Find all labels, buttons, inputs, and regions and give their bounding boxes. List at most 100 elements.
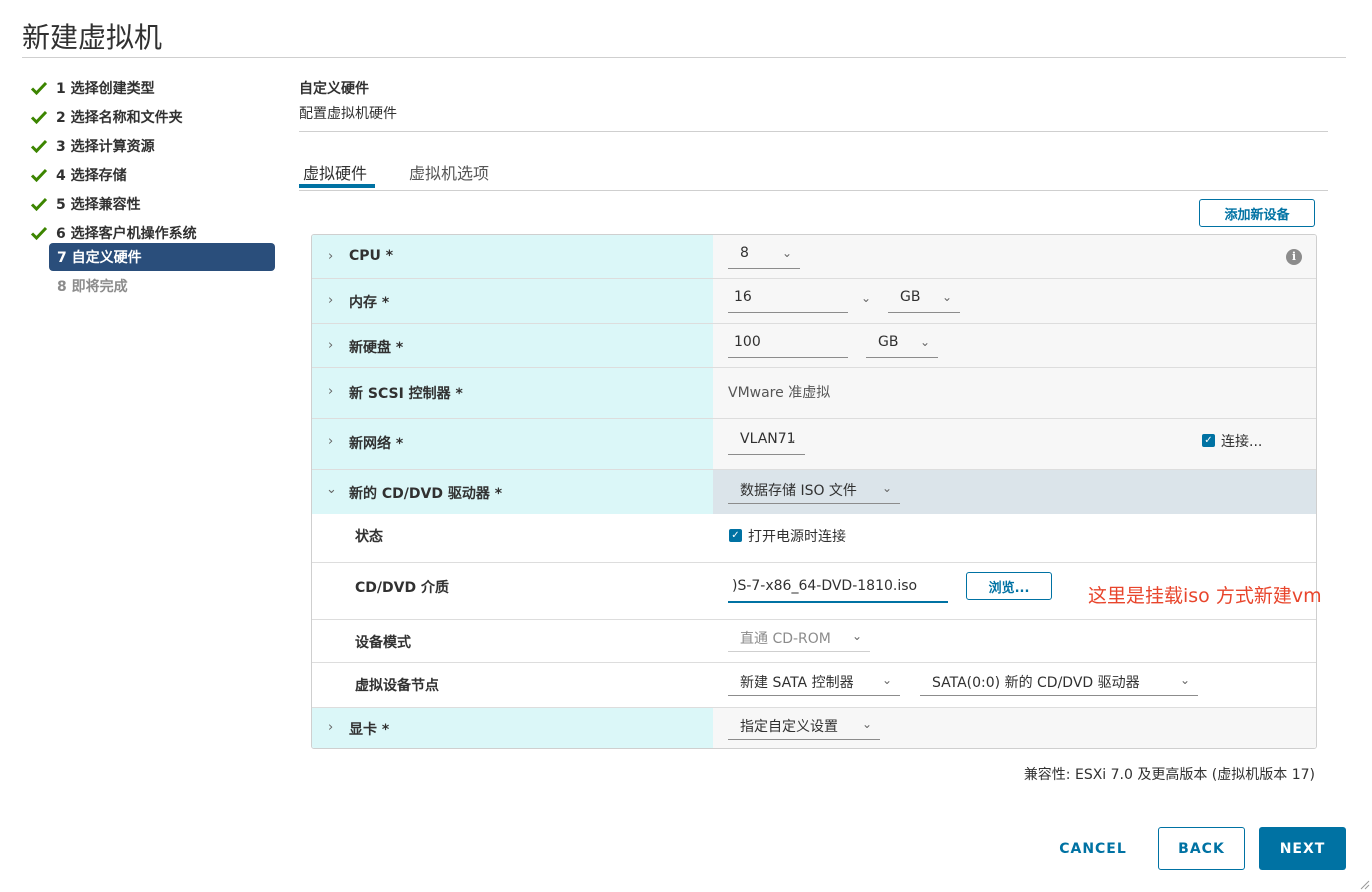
iso-path-input[interactable]: )S-7-x86_64-DVD-1810.iso: [728, 578, 948, 603]
row-value-cell: 16 ⌄ GB ⌄: [713, 279, 1316, 323]
cdrom-mode-row: 设备模式 直通 CD-ROM ⌄: [312, 620, 1316, 663]
chevron-down-icon: ⌄: [786, 432, 797, 446]
step-label: 4 选择存储: [56, 167, 127, 184]
cdrom-status-row: 状态 ✓ 打开电源时连接: [312, 514, 1316, 563]
check-icon: [30, 139, 48, 153]
step-8[interactable]: 8 即将完成: [30, 271, 128, 300]
cancel-button[interactable]: CANCEL: [1046, 827, 1140, 870]
hardware-table: › CPU * 8 ⌄ i › 内存 * 16 ⌄ GB ⌄ › 新硬盘 * 1…: [311, 234, 1317, 749]
cdrom-node-label: 虚拟设备节点: [355, 678, 439, 694]
info-icon[interactable]: i: [1286, 249, 1302, 265]
step-2[interactable]: 2 选择名称和文件夹: [30, 102, 280, 131]
chevron-down-icon: ⌄: [1179, 673, 1190, 687]
memory-label: 内存 *: [349, 295, 390, 311]
chevron-down-icon: ⌄: [881, 673, 892, 687]
row-label-cell[interactable]: › 新网络 *: [312, 419, 713, 469]
hw-row-cpu: › CPU * 8 ⌄ i: [312, 235, 1316, 279]
check-icon: [30, 226, 48, 240]
disk-label: 新硬盘 *: [349, 340, 404, 356]
chevron-right-icon[interactable]: ›: [328, 293, 333, 308]
chevron-down-icon: ⌄: [781, 246, 792, 260]
checkbox-checked-icon[interactable]: ✓: [1202, 434, 1215, 447]
cpu-select[interactable]: 8 ⌄: [728, 245, 800, 269]
back-button[interactable]: BACK: [1158, 827, 1245, 870]
video-value: 指定自定义设置: [740, 719, 838, 735]
wizard-steps: 1 选择创建类型 2 选择名称和文件夹 3 选择计算资源 4 选择存储 5 选择…: [30, 73, 280, 295]
row-label-cell[interactable]: › 新硬盘 *: [312, 324, 713, 367]
step-label: 3 选择计算资源: [56, 138, 155, 155]
hw-row-video: › 显卡 * 指定自定义设置 ⌄: [312, 708, 1316, 748]
cdrom-type-select[interactable]: 数据存储 ISO 文件 ⌄: [728, 480, 900, 504]
resize-handle-icon[interactable]: [1360, 880, 1370, 890]
row-label-cell[interactable]: ⌄ 新的 CD/DVD 驱动器 *: [312, 470, 713, 514]
chevron-right-icon[interactable]: ›: [328, 384, 333, 399]
node-slot-select[interactable]: SATA(0:0) 新的 CD/DVD 驱动器 ⌄: [920, 672, 1198, 696]
chevron-right-icon[interactable]: ›: [328, 434, 333, 449]
network-label: 新网络 *: [349, 436, 404, 452]
add-device-button[interactable]: 添加新设备: [1199, 199, 1315, 227]
hw-row-scsi: › 新 SCSI 控制器 * VMware 准虚拟: [312, 368, 1316, 419]
scsi-value: VMware 准虚拟: [728, 385, 831, 401]
row-label-cell[interactable]: › 内存 *: [312, 279, 713, 323]
row-value-cell: 指定自定义设置 ⌄: [713, 708, 1316, 748]
video-label: 显卡 *: [349, 722, 390, 738]
step-4[interactable]: 4 选择存储: [30, 160, 280, 189]
disk-unit-select[interactable]: GB ⌄: [866, 334, 938, 358]
tab-vm-options[interactable]: 虚拟机选项: [409, 160, 489, 184]
row-value-cell: 直通 CD-ROM ⌄: [713, 620, 1316, 662]
cdrom-node-row: 虚拟设备节点 新建 SATA 控制器 ⌄ SATA(0:0) 新的 CD/DVD…: [312, 663, 1316, 708]
cpu-label: CPU *: [349, 248, 394, 264]
row-value-cell: VMware 准虚拟: [713, 368, 1316, 418]
connect-at-poweron-label: 打开电源时连接: [748, 529, 846, 545]
row-label-cell: 状态: [312, 514, 713, 562]
device-mode-value: 直通 CD-ROM: [740, 631, 831, 647]
chevron-down-icon: ⌄: [861, 717, 872, 731]
node-controller-value: 新建 SATA 控制器: [740, 675, 854, 691]
row-label-cell: 虚拟设备节点: [312, 663, 713, 707]
section-divider: [299, 131, 1328, 132]
network-connect-label: 连接...: [1221, 434, 1263, 450]
step-label: 5 选择兼容性: [56, 196, 141, 213]
node-controller-select[interactable]: 新建 SATA 控制器 ⌄: [728, 672, 900, 696]
memory-unit-select[interactable]: GB ⌄: [888, 289, 960, 313]
chevron-down-icon[interactable]: ⌄: [861, 291, 871, 305]
chevron-down-icon: ⌄: [881, 481, 892, 495]
browse-button[interactable]: 浏览...: [966, 572, 1052, 600]
next-button[interactable]: NEXT: [1259, 827, 1346, 870]
memory-input[interactable]: 16: [728, 289, 848, 313]
row-value-cell: ✓ 打开电源时连接: [713, 514, 1316, 562]
chevron-down-icon: ⌄: [941, 290, 952, 304]
chevron-right-icon[interactable]: ›: [328, 338, 333, 353]
chevron-right-icon[interactable]: ›: [328, 720, 333, 735]
cdrom-mode-label: 设备模式: [355, 635, 411, 651]
disk-size-input[interactable]: 100: [728, 334, 848, 358]
device-mode-select: 直通 CD-ROM ⌄: [728, 628, 870, 652]
step-7-active[interactable]: 7 自定义硬件: [49, 243, 275, 271]
row-label-cell: 设备模式: [312, 620, 713, 662]
step-3[interactable]: 3 选择计算资源: [30, 131, 280, 160]
network-select[interactable]: VLAN71 ⌄: [728, 431, 805, 455]
check-icon: [30, 168, 48, 182]
step-label: 2 选择名称和文件夹: [56, 109, 183, 126]
tab-virtual-hardware[interactable]: 虚拟硬件: [303, 160, 367, 184]
cpu-value: 8: [740, 245, 749, 261]
checkbox-checked-icon[interactable]: ✓: [729, 529, 742, 542]
section-title: 自定义硬件: [299, 81, 369, 97]
video-select[interactable]: 指定自定义设置 ⌄: [728, 716, 880, 740]
step-label: 6 选择客户机操作系统: [56, 225, 197, 242]
scsi-label: 新 SCSI 控制器 *: [349, 386, 463, 402]
chevron-right-icon[interactable]: ›: [328, 249, 333, 264]
row-label-cell[interactable]: › 新 SCSI 控制器 *: [312, 368, 713, 418]
row-label-cell[interactable]: › CPU *: [312, 235, 713, 278]
row-label-cell[interactable]: › 显卡 *: [312, 708, 713, 748]
hw-row-cdrom: ⌄ 新的 CD/DVD 驱动器 * 数据存储 ISO 文件 ⌄: [312, 470, 1316, 514]
page-title: 新建虚拟机: [22, 21, 163, 54]
chevron-down-icon: ⌄: [851, 629, 862, 643]
row-value-cell: VLAN71 ⌄ ✓ 连接...: [713, 419, 1316, 469]
row-value-cell: 新建 SATA 控制器 ⌄ SATA(0:0) 新的 CD/DVD 驱动器 ⌄: [713, 663, 1316, 707]
step-5[interactable]: 5 选择兼容性: [30, 189, 280, 218]
check-icon: [30, 110, 48, 124]
chevron-down-icon[interactable]: ⌄: [326, 482, 337, 497]
title-divider: [22, 57, 1346, 58]
step-1[interactable]: 1 选择创建类型: [30, 73, 280, 102]
